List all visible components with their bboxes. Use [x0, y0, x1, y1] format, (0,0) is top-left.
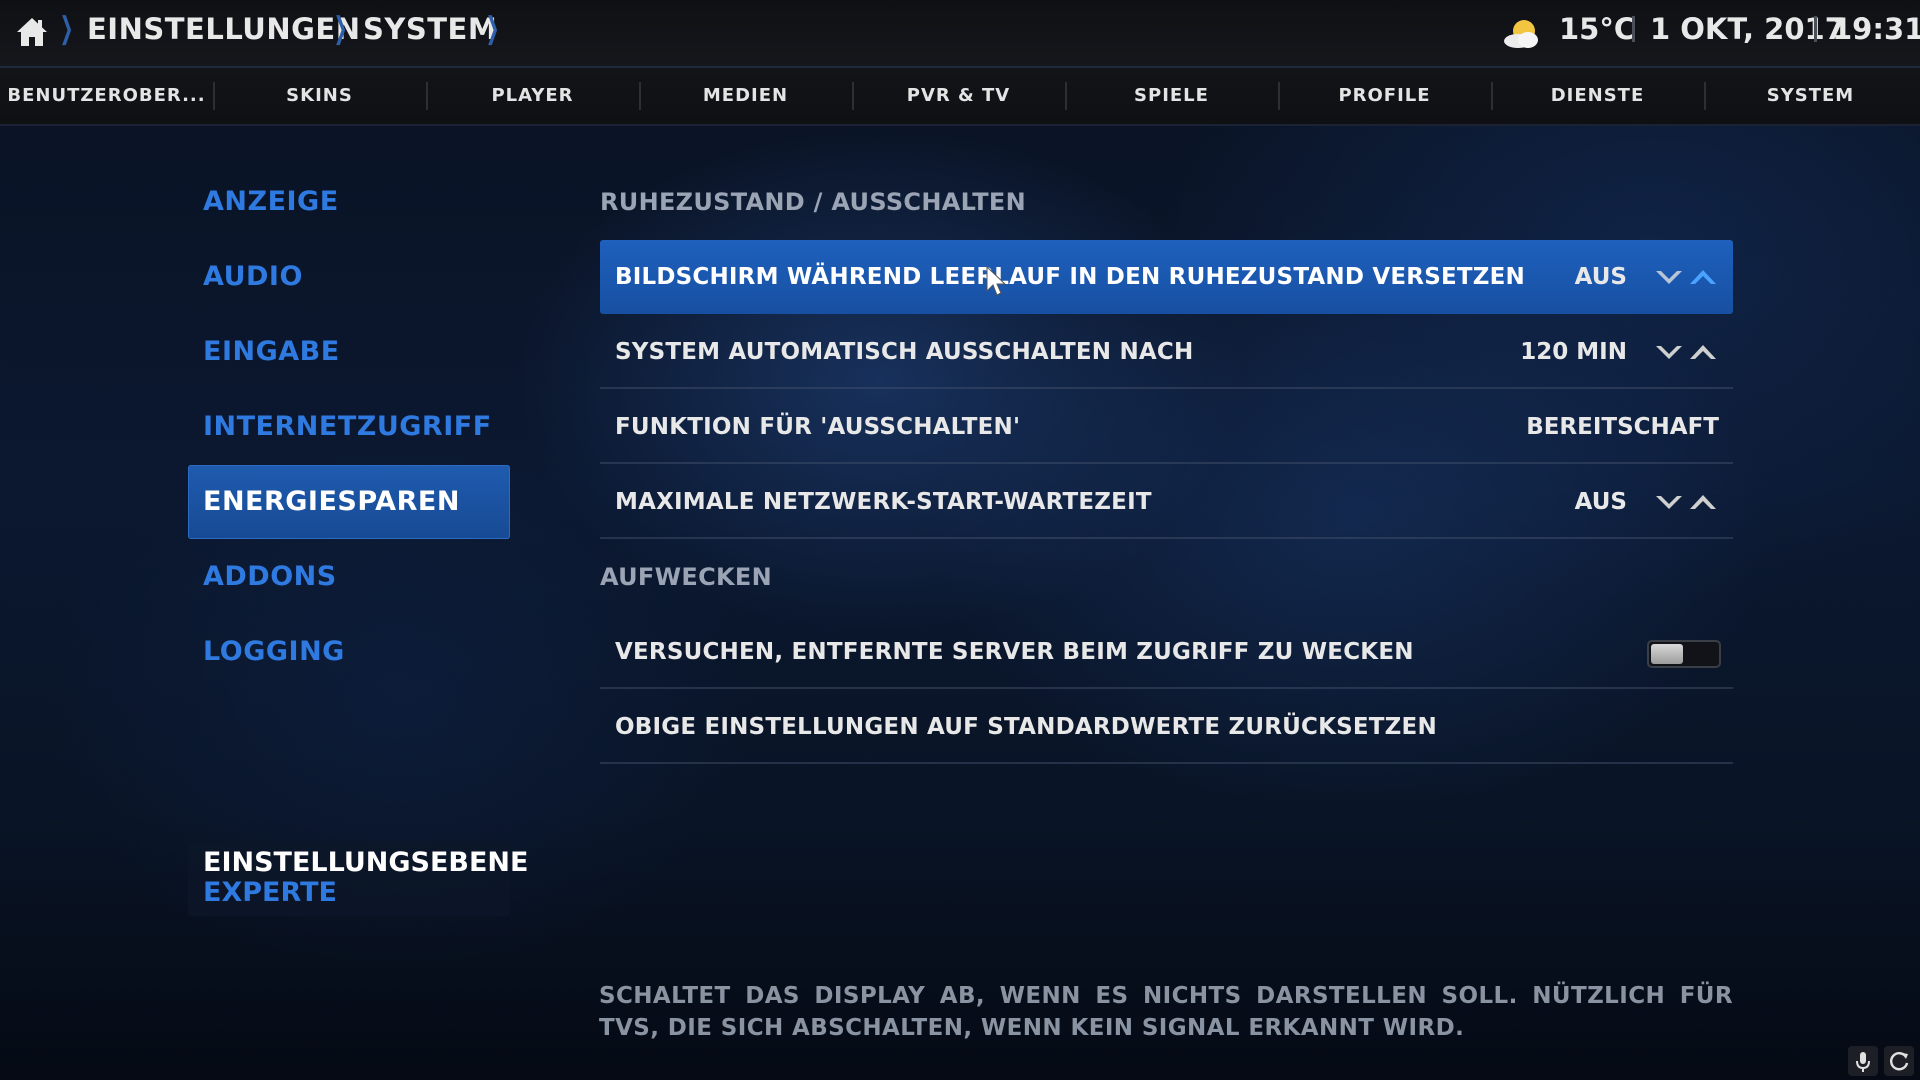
settings-level-button[interactable]: EINSTELLUNGSEBENE EXPERTE: [188, 842, 529, 916]
sidebar-item-internetzugriff[interactable]: INTERNETZUGRIFF: [188, 390, 510, 464]
breadcrumb-chevron-icon: ❯: [333, 11, 348, 46]
chevron-down-icon[interactable]: [1653, 490, 1685, 514]
sidebar-item-energiesparen[interactable]: ENERGIESPAREN: [188, 465, 510, 539]
refresh-button[interactable]: [1884, 1046, 1914, 1076]
setting-label: FUNKTION FÜR 'AUSSCHALTEN': [615, 414, 1021, 440]
mouse-pointer-icon: [986, 266, 1007, 296]
setting-value: BEREITSCHAFT: [1526, 414, 1719, 440]
divider: [1632, 16, 1635, 42]
tab-system[interactable]: SYSTEM: [1704, 68, 1917, 124]
chevron-down-icon[interactable]: [1653, 265, 1685, 289]
chevron-up-icon[interactable]: [1687, 490, 1719, 514]
setting-description: SCHALTET DAS DISPLAY AB, WENN ES NICHTS …: [599, 983, 1733, 1041]
tab-medien[interactable]: MEDIEN: [639, 68, 852, 124]
settings-tabs: BENUTZEROBER... SKINS PLAYER MEDIEN PVR …: [0, 68, 1920, 126]
partly-cloudy-icon: [1504, 20, 1538, 48]
group-title: AUFWECKEN: [600, 563, 772, 591]
group-title: RUHEZUSTAND / AUSSCHALTEN: [600, 188, 1026, 216]
sidebar-item-anzeige[interactable]: ANZEIGE: [188, 165, 510, 239]
sidebar-item-logging[interactable]: LOGGING: [188, 615, 510, 689]
setting-label: MAXIMALE NETZWERK-START-WARTEZEIT: [615, 489, 1152, 515]
tab-pvr-tv[interactable]: PVR & TV: [852, 68, 1065, 124]
setting-label: BILDSCHIRM WÄHREND LEERLAUF IN DEN RUHEZ…: [615, 264, 1525, 290]
refresh-icon: [1890, 1052, 1909, 1071]
settings-level-value: EXPERTE: [203, 877, 337, 908]
tab-dienste[interactable]: DIENSTE: [1491, 68, 1704, 124]
chevron-up-icon[interactable]: [1687, 340, 1719, 364]
setting-value: AUS: [1574, 489, 1627, 515]
sidebar-item-addons[interactable]: ADDONS: [188, 540, 510, 614]
setting-value: 120 MIN: [1520, 339, 1627, 365]
breadcrumb-item[interactable]: SYSTEM: [363, 12, 497, 46]
setting-row-auto-shutdown[interactable]: SYSTEM AUTOMATISCH AUSSCHALTEN NACH 120 …: [600, 315, 1733, 389]
wake-servers-toggle[interactable]: [1647, 640, 1721, 668]
settings-level-title: EINSTELLUNGSEBENE: [203, 847, 529, 878]
temperature: 15°C: [1559, 12, 1636, 46]
tab-player[interactable]: PLAYER: [426, 68, 639, 124]
chevron-up-icon[interactable]: [1687, 265, 1719, 289]
sidebar-item-audio[interactable]: AUDIO: [188, 240, 510, 314]
tab-benutzeroberflaeche[interactable]: BENUTZEROBER...: [0, 68, 213, 124]
setting-row-display-sleep[interactable]: BILDSCHIRM WÄHREND LEERLAUF IN DEN RUHEZ…: [600, 240, 1733, 314]
microphone-icon: [1856, 1052, 1870, 1072]
microphone-button[interactable]: [1848, 1046, 1878, 1076]
tab-skins[interactable]: SKINS: [213, 68, 426, 124]
breadcrumb-chevron-icon: ❯: [485, 11, 500, 46]
toggle-knob: [1651, 644, 1683, 664]
clock: 19:31: [1832, 12, 1920, 46]
tab-profile[interactable]: PROFILE: [1278, 68, 1491, 124]
tab-spiele[interactable]: SPIELE: [1065, 68, 1278, 124]
setting-row-shutdown-function[interactable]: FUNKTION FÜR 'AUSSCHALTEN' BEREITSCHAFT: [600, 390, 1733, 464]
setting-row-network-wait[interactable]: MAXIMALE NETZWERK-START-WARTEZEIT AUS: [600, 465, 1733, 539]
setting-row-reset-defaults[interactable]: OBIGE EINSTELLUNGEN AUF STANDARDWERTE ZU…: [600, 690, 1733, 764]
divider: [1814, 16, 1817, 42]
setting-label: VERSUCHEN, ENTFERNTE SERVER BEIM ZUGRIFF…: [615, 639, 1414, 665]
setting-row-wake-servers[interactable]: VERSUCHEN, ENTFERNTE SERVER BEIM ZUGRIFF…: [600, 615, 1733, 689]
chevron-down-icon[interactable]: [1653, 340, 1685, 364]
setting-value: AUS: [1574, 264, 1627, 290]
setting-label: OBIGE EINSTELLUNGEN AUF STANDARDWERTE ZU…: [615, 714, 1437, 740]
home-icon[interactable]: [14, 14, 50, 50]
setting-label: SYSTEM AUTOMATISCH AUSSCHALTEN NACH: [615, 339, 1194, 365]
top-bar: ❯ EINSTELLUNGEN ❯ SYSTEM ❯ 15°C 1 OKT, 2…: [0, 0, 1920, 68]
breadcrumb-chevron-icon: ❯: [59, 11, 74, 46]
sidebar-item-eingabe[interactable]: EINGABE: [188, 315, 510, 389]
breadcrumb-item[interactable]: EINSTELLUNGEN: [87, 12, 360, 46]
